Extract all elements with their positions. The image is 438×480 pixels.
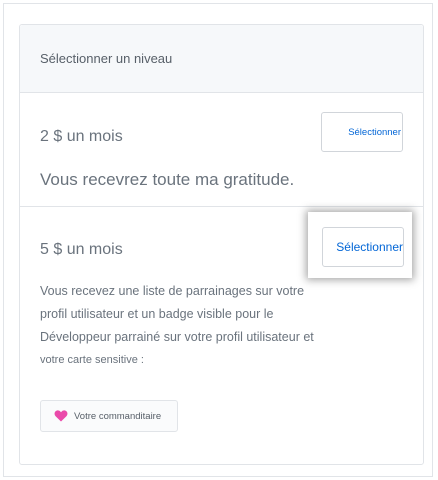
tier-description: Vous recevez une liste de parrainages su… xyxy=(40,280,390,372)
page-container: Sélectionner un niveau 2 $ un mois Sélec… xyxy=(3,3,433,477)
sponsor-badge: Votre commanditaire xyxy=(40,400,178,432)
tier-item-5-dollars: 5 $ un mois Sélectionner Vous recevez un… xyxy=(20,207,423,464)
tier-description-line: Développeur parrainé sur votre profil ut… xyxy=(40,330,314,344)
panel-title: Sélectionner un niveau xyxy=(40,51,173,66)
heart-icon xyxy=(54,410,68,422)
tier-description: Vous recevrez toute ma gratitude. xyxy=(40,170,295,189)
tier-description-line: votre carte sensitive : xyxy=(40,354,144,366)
tier-description-line: profil utilisateur et un badge visible p… xyxy=(40,307,274,321)
sponsor-badge-label: Votre commanditaire xyxy=(74,410,162,422)
select-tier-button[interactable]: Sélectionner xyxy=(321,112,403,152)
tier-price: 2 $ un mois xyxy=(40,128,123,145)
tier-description-line: Vous recevez une liste de parrainages su… xyxy=(40,284,305,298)
tier-item-2-dollars: 2 $ un mois Sélectionner Vous recevrez t… xyxy=(20,93,423,207)
panel-header: Sélectionner un niveau xyxy=(20,25,423,93)
select-tier-button[interactable]: Sélectionner xyxy=(322,227,404,267)
tier-price: 5 $ un mois xyxy=(40,241,123,258)
tier-selection-panel: Sélectionner un niveau 2 $ un mois Sélec… xyxy=(19,24,424,465)
